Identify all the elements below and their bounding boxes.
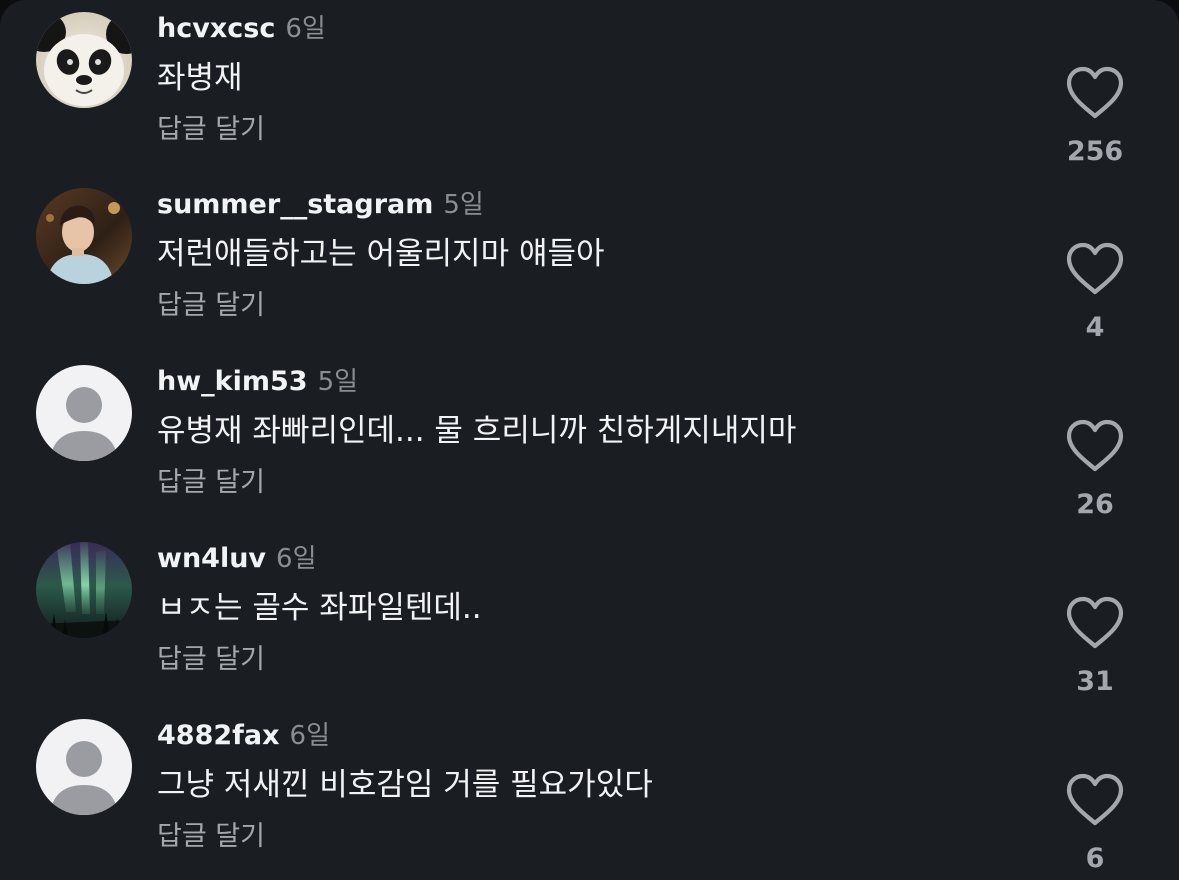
aurora-avatar-icon	[36, 542, 132, 638]
default-user-avatar-icon	[36, 365, 132, 461]
username[interactable]: 4882fax	[157, 720, 280, 751]
like-count: 26	[1076, 489, 1114, 520]
comment-item: hw_kim53 5일 유병재 좌빠리인데... 물 흐리니까 친하게지내지마 답…	[0, 353, 1179, 530]
comment-item: summer__stagram 5일 저런애들하고는 어울리지마 얘들아 답글 달…	[0, 176, 1179, 353]
like-count: 31	[1076, 666, 1114, 697]
comment-text: ㅂㅈ는 골수 좌파일텐데..	[157, 590, 482, 626]
timestamp: 5일	[317, 367, 359, 397]
like-button[interactable]	[1063, 417, 1127, 475]
comment-meta: 4882fax 6일	[157, 718, 330, 757]
reply-button[interactable]: 답글 달기	[157, 819, 265, 855]
like-button[interactable]	[1063, 64, 1127, 122]
avatar[interactable]	[36, 719, 132, 815]
like-count: 6	[1085, 843, 1105, 874]
username[interactable]: hcvxcsc	[157, 13, 275, 44]
like-button[interactable]	[1063, 240, 1127, 298]
comment-meta: wn4luv 6일	[157, 541, 317, 580]
comment-item: wn4luv 6일 ㅂㅈ는 골수 좌파일텐데.. 답글 달기 31	[0, 530, 1179, 707]
heart-outline-icon	[1066, 596, 1124, 649]
reply-button[interactable]: 답글 달기	[157, 288, 265, 324]
default-user-avatar-icon	[36, 719, 132, 815]
avatar[interactable]	[36, 12, 132, 108]
person-avatar-icon	[36, 188, 132, 284]
heart-outline-icon	[1066, 242, 1124, 295]
comment-item: hcvxcsc 6일 좌병재 답글 달기 256	[0, 0, 1179, 177]
avatar[interactable]	[36, 188, 132, 284]
username[interactable]: summer__stagram	[157, 189, 433, 220]
comment-text: 저런애들하고는 어울리지마 얘들아	[157, 236, 605, 272]
comment-meta: summer__stagram 5일	[157, 187, 484, 226]
comment-text: 유병재 좌빠리인데... 물 흐리니까 친하게지내지마	[157, 413, 797, 449]
heart-outline-icon	[1066, 773, 1124, 826]
heart-outline-icon	[1066, 66, 1124, 119]
comment-text: 좌병재	[157, 60, 243, 96]
timestamp: 5일	[443, 190, 484, 220]
heart-outline-icon	[1066, 419, 1124, 472]
panda-avatar-icon	[36, 12, 132, 108]
reply-button[interactable]: 답글 달기	[157, 112, 265, 148]
like-button[interactable]	[1063, 594, 1127, 652]
like-count: 256	[1066, 136, 1124, 167]
comment-text: 그냥 저새낀 비호감임 거를 필요가있다	[157, 767, 653, 803]
comment-item: 4882fax 6일 그냥 저새낀 비호감임 거를 필요가있다 답글 달기 6	[0, 707, 1179, 880]
reply-button[interactable]: 답글 달기	[157, 465, 265, 501]
like-button[interactable]	[1063, 771, 1127, 829]
avatar[interactable]	[36, 365, 132, 461]
comments-sheet: hcvxcsc 6일 좌병재 답글 달기 256 summer__stagram…	[0, 0, 1179, 880]
timestamp: 6일	[289, 721, 330, 751]
comment-meta: hcvxcsc 6일	[157, 11, 326, 50]
username[interactable]: hw_kim53	[157, 366, 308, 397]
reply-button[interactable]: 답글 달기	[157, 642, 265, 678]
like-count: 4	[1085, 312, 1105, 343]
timestamp: 6일	[285, 14, 326, 44]
timestamp: 6일	[276, 544, 317, 574]
username[interactable]: wn4luv	[157, 543, 266, 574]
avatar[interactable]	[36, 542, 132, 638]
comment-meta: hw_kim53 5일	[157, 364, 358, 403]
